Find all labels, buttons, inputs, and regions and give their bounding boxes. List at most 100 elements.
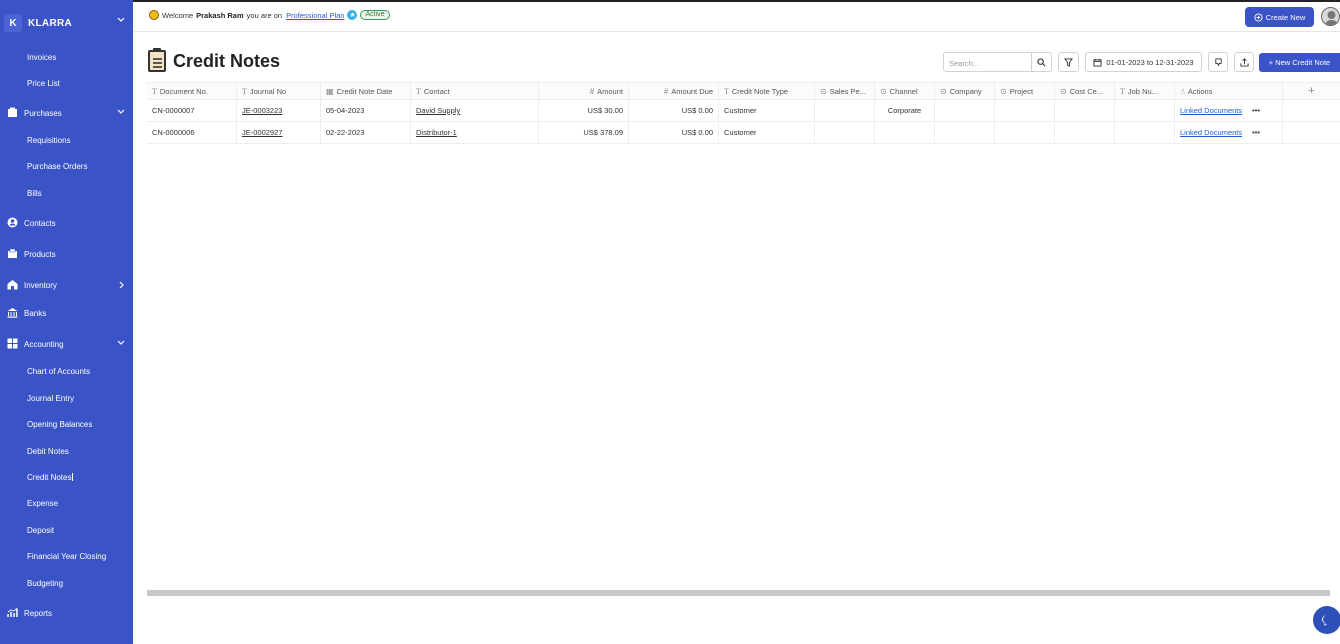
column-type-icon: # <box>589 86 595 96</box>
chevron-right-icon[interactable] <box>119 281 125 289</box>
column-header[interactable]: ⊙ Cost Ce... <box>1055 83 1115 99</box>
create-new-button[interactable]: Create New <box>1245 7 1314 27</box>
avatar[interactable] <box>1321 7 1340 26</box>
cell-value: Customer <box>724 128 757 137</box>
linked-documents-link[interactable]: Linked Documents <box>1180 128 1242 137</box>
sidebar-item-label: Credit Notes <box>27 472 72 482</box>
cell-document-no: CN-0000007 <box>147 100 237 121</box>
upload-icon <box>1239 57 1249 67</box>
cell-value: US$ 378.09 <box>583 128 623 137</box>
column-header[interactable]: T Job Nu... <box>1115 83 1175 99</box>
sidebar-item-contacts[interactable]: Contacts <box>0 213 133 233</box>
chat-button[interactable] <box>1313 606 1340 634</box>
sidebar-item-requisitions[interactable]: Requisitions <box>0 130 133 150</box>
column-header[interactable]: ⊙ Channel <box>875 83 935 99</box>
column-header[interactable]: ⊙ Project <box>995 83 1055 99</box>
journal-link[interactable]: JE-0002927 <box>242 128 282 137</box>
cell-value: US$ 30.00 <box>587 106 623 115</box>
chevron-down-icon[interactable] <box>117 17 125 23</box>
cell-actions: Linked Documents ••• <box>1175 122 1283 143</box>
cell-channel <box>875 122 935 143</box>
add-column-button[interactable]: + <box>1283 83 1340 99</box>
sidebar-item-deposit[interactable]: Deposit <box>0 520 133 540</box>
sidebar-item-label: Purchase Orders <box>27 161 88 171</box>
sidebar-item-opening-balances[interactable]: Opening Balances <box>0 414 133 434</box>
sidebar-item-credit-notes[interactable]: Credit Notes <box>0 467 133 487</box>
sidebar-item-label: Financial Year Closing <box>27 551 107 561</box>
column-header[interactable]: ⊙ Sales Pe... <box>815 83 875 99</box>
column-header[interactable]: ☝ Actions <box>1175 83 1283 99</box>
sidebar-item-financial-year-closing[interactable]: Financial Year Closing <box>0 546 133 566</box>
sidebar-item-chart-of-accounts[interactable]: Chart of Accounts <box>0 361 133 381</box>
sidebar-item-budgeting[interactable]: Budgeting <box>0 573 133 593</box>
sidebar-item-label: Reports <box>24 608 53 618</box>
export-button[interactable] <box>1234 52 1254 72</box>
sidebar-item-debit-notes[interactable]: Debit Notes <box>0 441 133 461</box>
sidebar-item-reports[interactable]: Reports <box>0 603 133 623</box>
sidebar-item-banks[interactable]: Banks <box>0 303 133 323</box>
banks-icon <box>7 307 18 318</box>
horizontal-scrollbar[interactable] <box>147 590 1330 596</box>
table-row[interactable]: CN-0000006 JE-0002927 02-22-2023 Distributo… <box>147 122 1340 144</box>
journal-link[interactable]: JE-0003223 <box>242 106 282 115</box>
brand-logo: K <box>4 14 22 32</box>
column-header[interactable]: T Credit Note Type <box>719 83 815 99</box>
linked-documents-link[interactable]: Linked Documents <box>1180 106 1242 115</box>
cell-value: US$ 0.00 <box>681 128 713 137</box>
column-header-label: Cost Ce... <box>1069 86 1104 96</box>
sidebar-item-purchases[interactable]: Purchases <box>0 103 133 123</box>
sidebar-item-label: Price List <box>27 78 60 88</box>
sidebar-item-expense[interactable]: Expense <box>0 493 133 513</box>
cell-sales-person <box>815 100 875 121</box>
plan-link[interactable]: Professional Plan <box>286 11 344 20</box>
more-actions-icon[interactable]: ••• <box>1252 106 1260 115</box>
cell-actions: Linked Documents ••• <box>1175 100 1283 121</box>
sidebar: K KLARRA Invoices Price List Purchases Requ… <box>0 0 133 644</box>
sidebar-item-products[interactable]: Products <box>0 244 133 264</box>
sidebar-item-inventory[interactable]: Inventory <box>0 275 133 295</box>
cell-date: 05-04-2023 <box>321 100 411 121</box>
sidebar-item-invoices[interactable]: Invoices <box>0 47 133 67</box>
import-button[interactable] <box>1208 52 1228 72</box>
new-credit-note-button[interactable]: + New Credit Note <box>1259 53 1340 72</box>
column-header[interactable]: T Journal No <box>237 83 321 99</box>
column-header[interactable]: T Contact <box>411 83 539 99</box>
coin-icon <box>149 10 159 20</box>
column-header[interactable]: # Amount Due <box>629 83 719 99</box>
sidebar-item-bills[interactable]: Bills <box>0 183 133 203</box>
column-type-icon: T <box>724 86 729 96</box>
reports-icon <box>7 607 18 618</box>
cell-amount: US$ 378.09 <box>539 122 629 143</box>
cell-journal-no: JE-0003223 <box>237 100 321 121</box>
more-actions-icon[interactable]: ••• <box>1252 128 1260 137</box>
column-header[interactable]: T Document No. <box>147 83 237 99</box>
column-type-icon: # <box>663 86 669 96</box>
column-header-label: Channel <box>889 86 918 96</box>
column-header[interactable]: # Amount <box>539 83 629 99</box>
filter-button[interactable] <box>1058 52 1079 72</box>
contacts-icon <box>7 217 18 228</box>
sidebar-item-purchase-orders[interactable]: Purchase Orders <box>0 156 133 176</box>
chevron-down-icon[interactable] <box>117 340 125 346</box>
column-header[interactable]: ▦ Credit Note Date <box>321 83 411 99</box>
contact-link[interactable]: Distributor-1 <box>416 128 457 137</box>
sidebar-item-journal-entry[interactable]: Journal Entry <box>0 388 133 408</box>
download-icon <box>1214 57 1222 66</box>
table-row[interactable]: CN-0000007 JE-0003223 05-04-2023 David Supp… <box>147 100 1340 122</box>
cell-value: US$ 0.00 <box>681 106 713 115</box>
contact-link[interactable]: David Supply <box>416 106 460 115</box>
search-input[interactable]: Search... <box>943 52 1032 72</box>
sidebar-item-accounting[interactable]: Accounting <box>0 334 133 354</box>
sidebar-item-label: Purchases <box>24 108 62 118</box>
brand[interactable]: K KLARRA <box>0 8 133 38</box>
sidebar-item-price-list[interactable]: Price List <box>0 73 133 93</box>
date-range-button[interactable]: 01-01-2023 to 12-31-2023 <box>1085 52 1202 72</box>
status-badge: Active <box>360 10 390 20</box>
column-header-label: Journal No <box>249 86 287 96</box>
chevron-down-icon[interactable] <box>117 109 125 115</box>
cell-value: CN-0000007 <box>152 106 195 115</box>
cell-value: 05-04-2023 <box>326 106 365 115</box>
column-header[interactable]: ⊙ Company <box>935 83 995 99</box>
search-button[interactable] <box>1031 52 1052 72</box>
cell-value: Corporate <box>887 106 922 115</box>
